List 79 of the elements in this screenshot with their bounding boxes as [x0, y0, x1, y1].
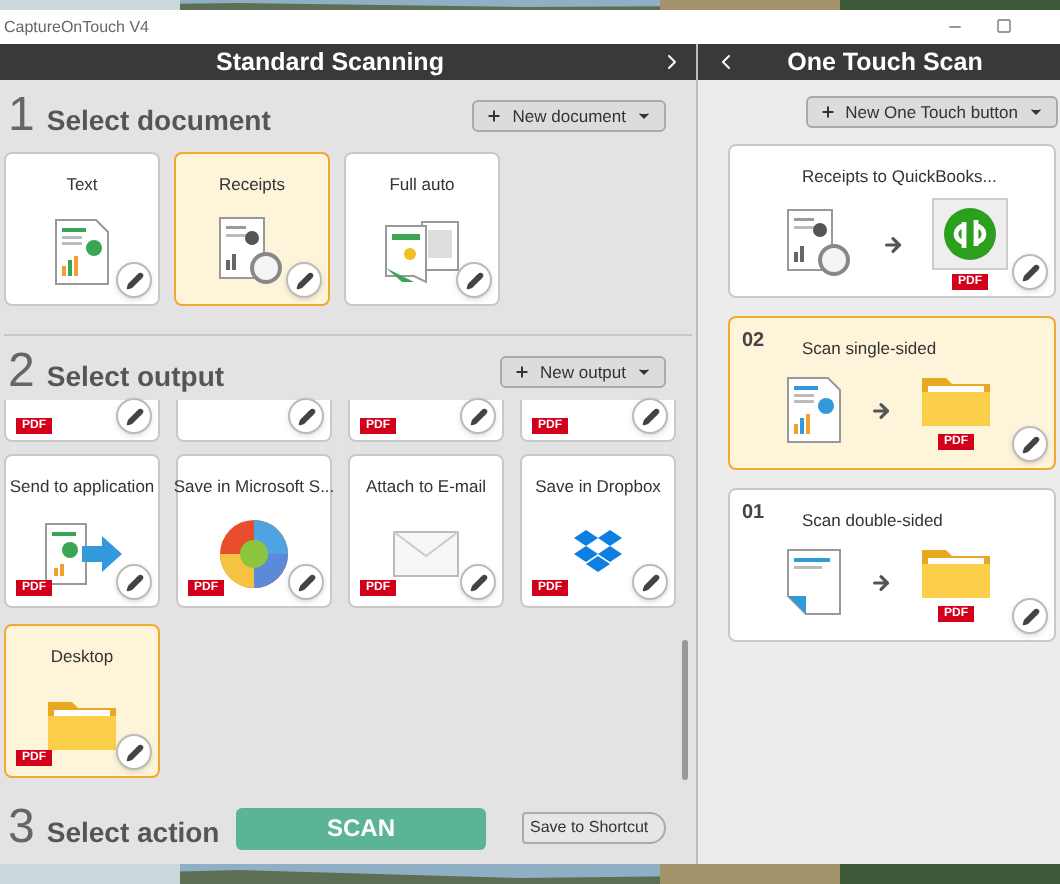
edit-button[interactable] — [460, 398, 496, 434]
edit-button[interactable] — [116, 262, 152, 298]
scrollbar[interactable] — [682, 640, 688, 780]
envelope-icon — [392, 529, 460, 578]
dropdown-button[interactable]: New output — [500, 356, 666, 388]
arrow-icon — [882, 233, 904, 255]
pencil-icon — [1021, 263, 1039, 281]
pencil-icon — [641, 573, 659, 591]
edit-button[interactable] — [1012, 254, 1048, 290]
card-label: Full auto — [389, 172, 455, 198]
pencil-icon — [125, 407, 143, 425]
pencil-icon — [125, 271, 143, 289]
document-icon — [54, 217, 110, 286]
arrow-icon — [870, 399, 892, 421]
segmented-circle-icon — [218, 517, 290, 590]
edit-button[interactable] — [288, 398, 324, 434]
card-label: Scan single-sided — [802, 336, 937, 362]
edit-button[interactable] — [460, 564, 496, 600]
curled-document-icon — [786, 548, 842, 616]
pencil-icon — [1021, 435, 1039, 453]
panel-title: One Touch Scan — [785, 45, 985, 80]
card-label: Save in Microsoft S... — [173, 474, 335, 500]
option-card[interactable]: Full auto — [344, 152, 500, 306]
card-label: Scan double-sided — [802, 508, 943, 534]
document-icon — [786, 376, 842, 444]
edit-button[interactable] — [116, 564, 152, 600]
edit-button[interactable] — [1012, 598, 1048, 634]
caret-icon — [636, 364, 652, 380]
step-title: Select document — [46, 101, 271, 139]
maximize-icon — [996, 18, 1012, 34]
step-title: Select action — [46, 813, 220, 851]
card-label: Save in Dropbox — [535, 474, 661, 500]
pencil-icon — [125, 743, 143, 761]
plus-icon — [514, 364, 530, 380]
pencil-icon — [297, 407, 315, 425]
shortcut-button[interactable]: Save to Shortcut — [522, 812, 667, 844]
card-label: Text — [66, 172, 98, 198]
magnified-document-icon — [786, 208, 854, 280]
window-title: CaptureOnTouch V4 — [4, 15, 149, 39]
pencil-icon — [469, 407, 487, 425]
pencil-icon — [469, 573, 487, 591]
card-label: Desktop — [50, 644, 114, 670]
panel-title: Standard Scanning — [214, 45, 446, 80]
step-number: 2 — [8, 347, 35, 395]
pencil-icon — [125, 573, 143, 591]
logo-icon — [942, 206, 998, 262]
button-number: 02 — [742, 328, 767, 356]
edit-button[interactable] — [632, 564, 668, 600]
caret-icon — [636, 108, 652, 124]
edit-button[interactable] — [116, 734, 152, 770]
edit-button[interactable] — [632, 398, 668, 434]
edit-button[interactable] — [286, 262, 322, 298]
documents-icon — [382, 215, 462, 288]
edit-button[interactable] — [456, 262, 492, 298]
dropdown-button[interactable]: New document — [472, 100, 666, 132]
caret-icon — [1028, 104, 1044, 120]
arrow-icon — [870, 571, 892, 593]
step-title: Select output — [46, 357, 225, 396]
pencil-icon — [465, 271, 483, 289]
edit-button[interactable] — [116, 398, 152, 434]
card-label: Attach to E-mail — [366, 474, 486, 500]
dropdown-button[interactable]: New One Touch button — [805, 96, 1058, 128]
magnified-document-icon — [218, 215, 286, 288]
plus-icon — [819, 104, 836, 120]
pencil-icon — [297, 573, 315, 591]
option-card[interactable]: Receipts — [174, 152, 330, 306]
edit-button[interactable] — [1012, 426, 1048, 462]
card-label: Receipts to QuickBooks... — [802, 164, 997, 190]
pencil-icon — [641, 407, 659, 425]
pencil-icon — [295, 271, 313, 289]
option-card[interactable]: Text — [4, 152, 160, 306]
step-number: 3 — [8, 803, 35, 851]
card-label: Receipts — [218, 172, 286, 198]
card-label: Send to application — [9, 474, 155, 500]
plus-icon — [486, 108, 503, 124]
edit-button[interactable] — [288, 564, 324, 600]
step-number: 1 — [8, 91, 35, 139]
pencil-icon — [1021, 607, 1039, 625]
button-number: 01 — [742, 500, 767, 528]
